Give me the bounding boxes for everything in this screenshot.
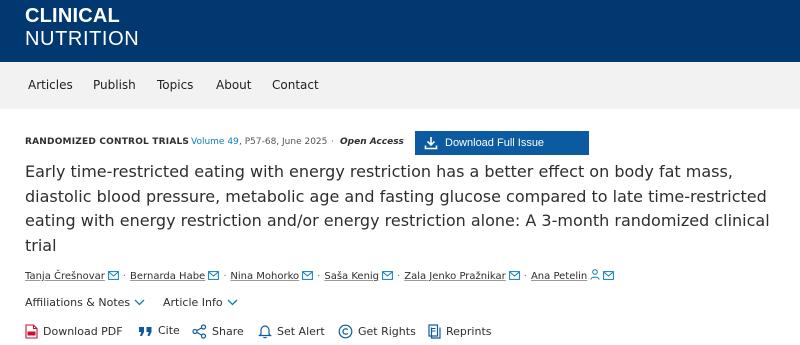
author-link[interactable]: Nina Mohorko [230,271,299,282]
person-icon[interactable] [590,269,600,280]
author-link[interactable]: Saša Kenig [324,271,379,282]
cite-button[interactable]: Cite [138,324,180,337]
quote-icon [139,326,152,336]
affiliations-notes-toggle[interactable]: Affiliations & Notes [25,296,145,309]
reprints-button[interactable]: Reprints [428,324,492,339]
copyright-icon [338,324,353,339]
mail-icon[interactable] [508,271,520,280]
mail-icon[interactable] [107,271,119,280]
author-link[interactable]: Zala Jenko Pražnikar [404,271,506,282]
article-meta-row: RANDOMIZED CONTROL TRIALS · Volume 49 , … [25,131,785,157]
bell-icon [258,325,272,339]
share-icon [192,324,207,339]
nav-publish[interactable]: Publish [93,77,136,93]
download-full-issue-label: Download Full Issue [445,137,545,149]
cite-label: Cite [158,324,180,337]
article-info-label: Article Info [163,296,223,309]
download-pdf-label: Download PDF [43,325,123,338]
chevron-down-icon [227,299,238,306]
download-pdf-button[interactable]: Download PDF [25,324,123,339]
get-rights-button[interactable]: Get Rights [338,324,416,339]
journal-logo-line1[interactable]: CLINICAL [25,5,120,27]
reprints-label: Reprints [446,325,492,338]
meta-separator: · [331,137,334,147]
download-icon [424,137,438,150]
author-link[interactable]: Tanja Črešnovar [25,271,105,282]
set-alert-label: Set Alert [277,325,325,338]
article-info-toggle[interactable]: Article Info [163,296,238,309]
section-label: RANDOMIZED CONTROL TRIALS [25,137,190,147]
chevron-down-icon [134,299,145,306]
get-rights-label: Get Rights [358,325,416,338]
nav-about[interactable]: About [216,77,251,93]
nav-topics[interactable]: Topics [157,77,193,93]
author-link[interactable]: Bernarda Habe [130,271,205,282]
nav-contact[interactable]: Contact [272,77,319,93]
download-full-issue-button[interactable]: Download Full Issue [415,131,589,155]
author-list: Tanja Črešnovar · Bernarda Habe · Nina Mohor… [25,269,615,285]
open-access-label: Open Access [340,137,404,147]
author-link[interactable]: Ana Petelin [531,271,587,282]
pdf-icon [25,324,38,339]
article-actions: Download PDF Cite Share Set Alert Get Ri… [25,324,785,342]
journal-masthead: CLINICAL NUTRITION [0,0,800,62]
mail-icon[interactable] [382,271,393,280]
mail-icon[interactable] [302,271,314,280]
set-alert-button[interactable]: Set Alert [258,324,325,339]
volume-link[interactable]: Volume 49 [191,137,239,147]
share-button[interactable]: Share [192,324,244,339]
mail-icon[interactable] [603,271,615,280]
pages-date: , P57-68, June 2025 [239,137,328,147]
main-nav: Articles Publish Topics About Contact [0,62,800,109]
reprints-icon [428,324,441,339]
article-title: Early time-restricted eating with energy… [25,162,770,255]
affiliations-notes-label: Affiliations & Notes [25,296,131,309]
meta-separator: · [182,137,185,147]
mail-icon[interactable] [208,271,220,280]
journal-logo-line2[interactable]: NUTRITION [25,27,139,51]
nav-articles[interactable]: Articles [28,77,73,93]
share-label: Share [212,325,244,338]
